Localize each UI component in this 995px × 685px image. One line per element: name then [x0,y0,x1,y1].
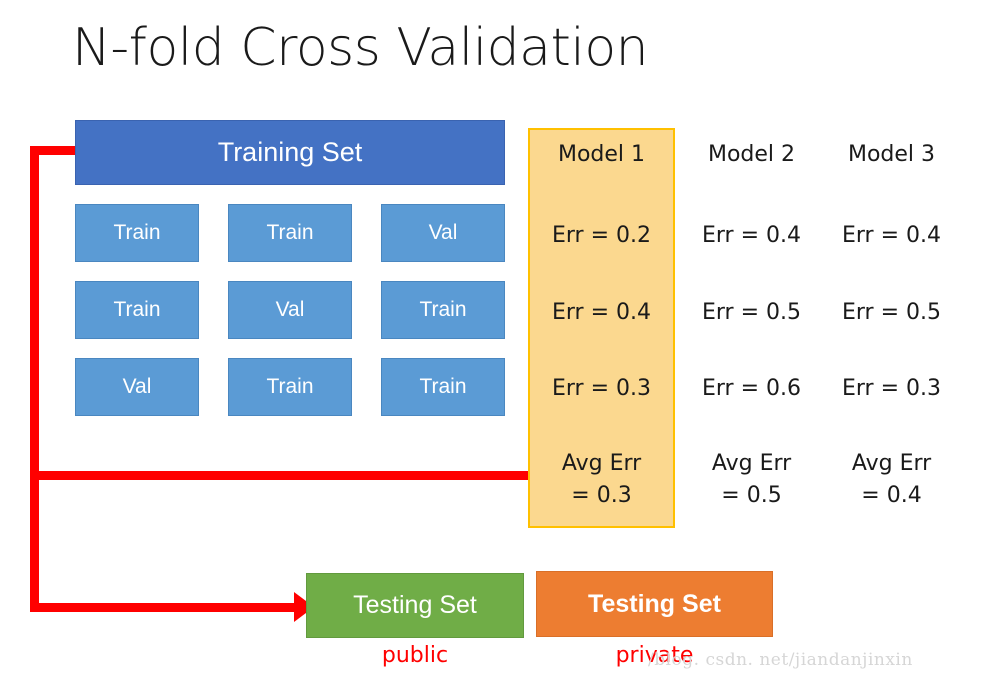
model-average-error: Avg Err = 0.3 [528,448,675,512]
fold-cell: Val [381,204,505,262]
model-name: Model 2 [707,142,796,167]
fold-cell: Train [228,204,352,262]
fold-cell: Val [75,358,199,416]
model-column-1: Model 1 Err = 0.2 Err = 0.4 Err = 0.3 Av… [528,128,675,528]
model-error-fold-3: Err = 0.3 [551,376,651,401]
page-title: N-fold Cross Validation [72,18,649,78]
model-error-fold-2: Err = 0.5 [841,300,941,325]
avg-err-value: = 0.4 [861,482,922,508]
model-column-2: Model 2 Err = 0.4 Err = 0.5 Err = 0.6 Av… [678,128,825,528]
model-name: Model 1 [557,142,646,167]
model-error-fold-3: Err = 0.3 [841,376,941,401]
avg-err-label: Avg Err [851,451,932,476]
avg-err-value: = 0.5 [721,482,782,508]
fold-grid: Train Train Val Train Val Train Val Trai… [75,204,505,419]
model-average-error: Avg Err = 0.5 [678,448,825,512]
fold-cell: Train [75,204,199,262]
training-set-box: Training Set [75,120,505,185]
avg-err-value: = 0.3 [571,482,632,508]
fold-cell: Train [75,281,199,339]
testing-set-public-box: Testing Set [306,573,524,638]
model-error-fold-3: Err = 0.6 [701,376,801,401]
model-error-fold-2: Err = 0.5 [701,300,801,325]
model-error-fold-1: Err = 0.4 [701,223,801,248]
model-column-3: Model 3 Err = 0.4 Err = 0.5 Err = 0.3 Av… [818,128,965,528]
fold-cell: Train [381,281,505,339]
slide-canvas: N-fold Cross Validation Training Set Tra… [0,0,995,685]
connector-line-middle [30,471,530,480]
model-error-fold-1: Err = 0.4 [841,223,941,248]
model-name: Model 3 [847,142,936,167]
testing-set-public-caption: public [381,643,449,668]
model-error-fold-2: Err = 0.4 [551,300,651,325]
fold-cell: Train [228,358,352,416]
avg-err-label: Avg Err [711,451,792,476]
fold-cell: Train [381,358,505,416]
fold-cell: Val [228,281,352,339]
avg-err-label: Avg Err [561,451,642,476]
testing-set-private-box: Testing Set [536,571,773,637]
model-average-error: Avg Err = 0.4 [818,448,965,512]
connector-line-bottom [30,603,300,612]
watermark-text: /blog. csdn. net/jiandanjinxin [648,650,913,670]
connector-line-vertical [30,146,39,612]
model-error-fold-1: Err = 0.2 [551,223,651,248]
